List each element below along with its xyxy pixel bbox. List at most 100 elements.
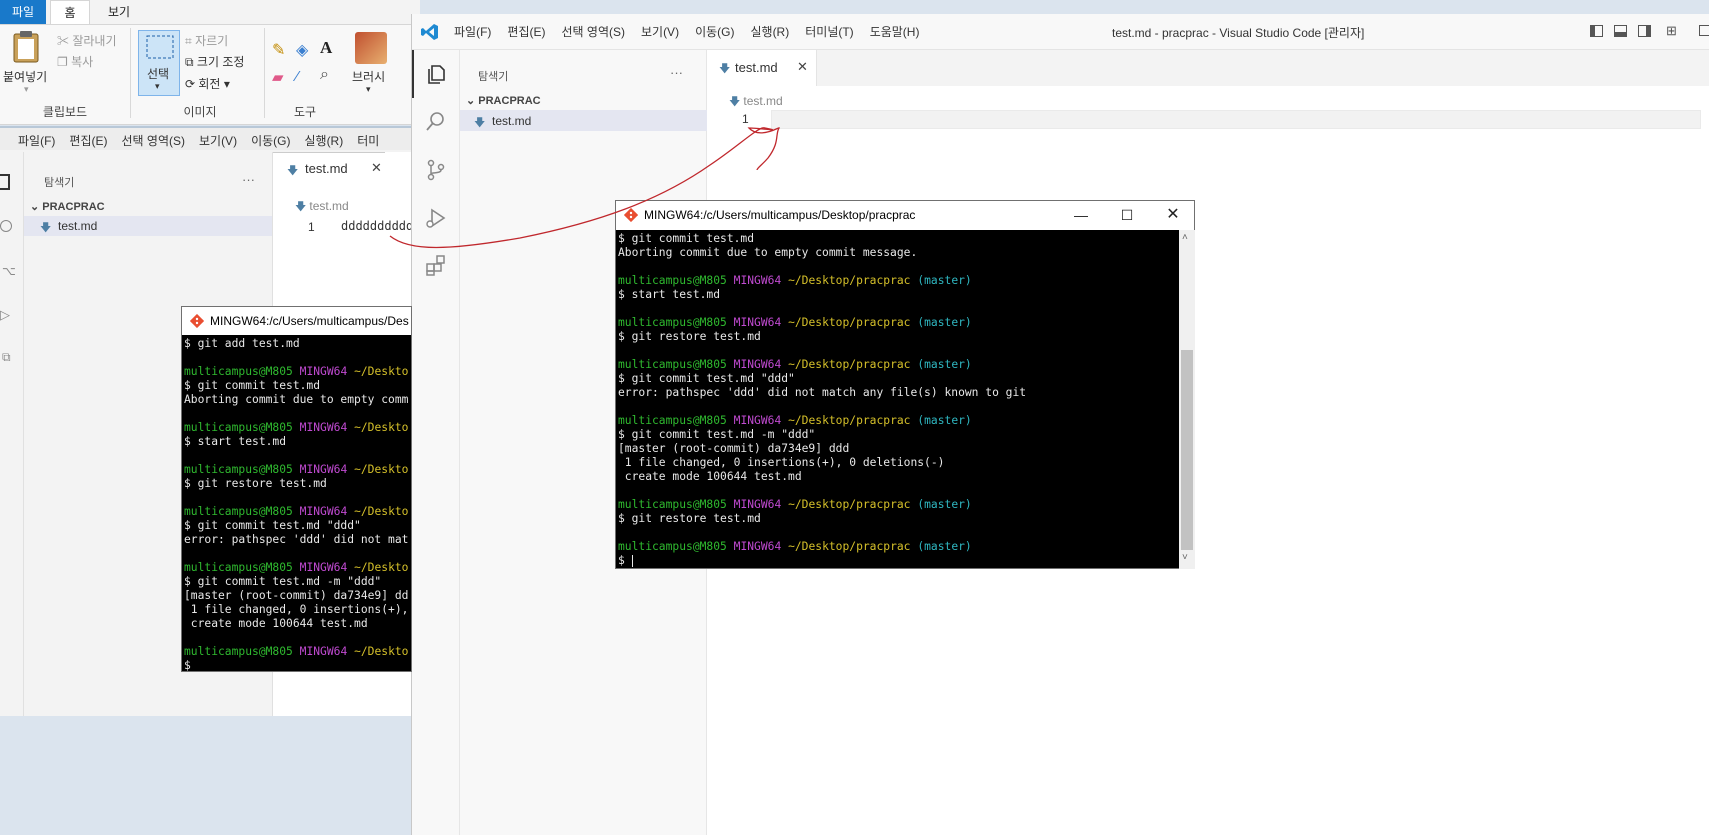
select-dropdown-icon: ▾	[155, 81, 160, 91]
back-search-icon[interactable]	[0, 220, 12, 232]
scrollbar-thumb[interactable]	[1181, 350, 1193, 550]
brush-icon[interactable]	[355, 32, 387, 64]
toggle-sidebar-icon[interactable]	[1590, 25, 1603, 37]
terminal-cursor	[631, 555, 633, 567]
back-breadcrumb[interactable]: 🡇 test.md	[295, 198, 349, 217]
customize-layout-icon[interactable]: ⊞	[1666, 23, 1677, 39]
source-control-icon[interactable]	[412, 146, 460, 194]
brush-dropdown-icon[interactable]: ▾	[366, 84, 371, 95]
back-folder-row[interactable]: ⌄ PRACPRAC	[30, 200, 105, 213]
back-menu-terminal[interactable]: 터미	[350, 128, 386, 153]
terminal-scrollbar[interactable]: ˄ ˅	[1179, 230, 1195, 569]
chevron-down-icon: ⌄	[466, 95, 479, 107]
back-menu-edit[interactable]: 편집(E)	[62, 128, 114, 153]
back-tab-label: test.md	[305, 161, 348, 176]
folder-row[interactable]: ⌄ PRACPRAC	[466, 94, 541, 107]
pencil-icon[interactable]: ✎	[272, 40, 285, 60]
front-menu-run[interactable]: 실행(R)	[742, 14, 797, 49]
crumb-markdown-icon: 🡇	[729, 96, 744, 108]
paint-tab-file[interactable]: 파일	[0, 0, 46, 24]
search-icon[interactable]	[412, 98, 460, 146]
back-run-icon[interactable]: ▷	[0, 307, 10, 323]
rotate-button[interactable]: ⟳ 회전 ▾	[185, 75, 230, 92]
back-more-actions-icon[interactable]: ···	[242, 172, 255, 187]
magnifier-icon[interactable]: ⌕	[320, 66, 329, 84]
paint-tab-home[interactable]: 홈	[50, 0, 90, 24]
more-actions-icon[interactable]: ···	[670, 65, 683, 80]
back-tab-close-icon[interactable]: ✕	[371, 160, 382, 176]
tab-label: test.md	[735, 60, 778, 75]
fill-icon[interactable]: ◈	[296, 40, 308, 60]
file-row[interactable]: 🡇 test.md	[460, 110, 707, 131]
select-button[interactable]: 선택 ▾	[138, 30, 180, 96]
crop-button[interactable]: ⌗ 자르기	[185, 32, 228, 49]
code-line[interactable]	[771, 110, 1701, 129]
copy-label: 복사	[71, 55, 94, 69]
markdown-file-icon: 🡇	[474, 117, 486, 129]
front-menu-selection[interactable]: 선택 영역(S)	[553, 14, 633, 49]
terminal-title: MINGW64:/c/Users/multicampus/Desktop/pra…	[644, 208, 916, 222]
back-menu-run[interactable]: 실행(R)	[297, 128, 350, 153]
explorer-title: 탐색기	[478, 71, 509, 83]
color-picker-icon[interactable]: ⁄	[296, 68, 299, 85]
paste-label[interactable]: 붙여넣기	[3, 68, 47, 85]
selection-icon	[146, 35, 174, 59]
scroll-up-icon[interactable]: ˄	[1182, 232, 1188, 243]
back-menu-file[interactable]: 파일(F)	[0, 128, 62, 153]
back-explorer-icon[interactable]	[0, 174, 10, 190]
line-number: 1	[742, 112, 749, 126]
front-menu-edit[interactable]: 편집(E)	[499, 14, 553, 49]
back-source-control-icon[interactable]: ⌥	[2, 264, 16, 278]
terminal-background-window: MINGW64:/c/Users/multicampus/Des $ git a…	[181, 306, 412, 672]
toggle-secondary-sidebar-icon[interactable]	[1638, 25, 1651, 37]
paint-ribbon: 파일 홈 보기 붙여넣기 ▾ ✂ 잘라내기 ❐ 복사 클립보드 선택 ▾ ⌗ 자…	[0, 0, 420, 125]
paint-tab-view[interactable]: 보기	[96, 0, 142, 24]
back-line-number: 1	[308, 220, 315, 234]
tools-group-label: 도구	[293, 105, 317, 119]
front-menu-go[interactable]: 이동(G)	[687, 14, 742, 49]
back-extensions-icon[interactable]: ⧉	[2, 350, 11, 365]
ribbon-divider	[130, 28, 131, 118]
back-terminal-output[interactable]: $ git add test.md multicampus@M805 MINGW…	[184, 337, 408, 671]
front-menu-help[interactable]: 도움말(H)	[862, 14, 928, 49]
clipboard-group-label: 클립보드	[42, 105, 88, 119]
crop-label: 자르기	[195, 34, 229, 48]
front-titlebar: 파일(F) 편집(E) 선택 영역(S) 보기(V) 이동(G) 실행(R) 터미널(T) 도…	[412, 14, 1709, 50]
eraser-icon[interactable]: ▰	[272, 68, 284, 86]
minimize-icon[interactable]: —	[1058, 201, 1104, 229]
tab-close-icon[interactable]: ✕	[797, 59, 808, 75]
text-icon[interactable]: A	[320, 38, 332, 58]
back-menu-go[interactable]: 이동(G)	[244, 128, 297, 153]
editor-tab[interactable]: 🡇 test.md ✕	[707, 50, 817, 86]
scroll-down-icon[interactable]: ˅	[1182, 552, 1188, 563]
back-menu-view[interactable]: 보기(V)	[192, 128, 244, 153]
back-file-row[interactable]: 🡇 test.md	[24, 216, 272, 236]
front-menu-terminal[interactable]: 터미널(T)	[797, 14, 861, 49]
terminal-output[interactable]: $ git commit test.md Aborting commit due…	[618, 232, 1026, 568]
brush-label[interactable]: 브러시	[352, 68, 385, 85]
ribbon-divider	[264, 28, 265, 118]
back-crumb-label: test.md	[309, 199, 349, 213]
back-terminal-title: MINGW64:/c/Users/multicampus/Des	[210, 314, 409, 328]
copy-button[interactable]: ❐ 복사	[57, 53, 93, 70]
resize-button[interactable]: ⧉ 크기 조정	[185, 53, 244, 70]
copy-icon: ❐	[57, 55, 72, 69]
back-menu-selection[interactable]: 선택 영역(S)	[114, 128, 192, 153]
close-icon[interactable]: ✕	[1150, 201, 1196, 229]
front-menu-file[interactable]: 파일(F)	[446, 14, 499, 49]
back-line-text[interactable]: dddddddddd	[341, 219, 413, 233]
extensions-icon[interactable]	[412, 242, 460, 290]
maximize-icon[interactable]: ☐	[1104, 201, 1150, 229]
toggle-panel-icon[interactable]	[1614, 25, 1627, 37]
paste-dropdown-icon[interactable]: ▾	[24, 84, 29, 95]
back-editor-tab[interactable]: 🡇 test.md ✕	[273, 152, 385, 184]
back-activity-bar: ⌥ ▷ ⧉	[0, 152, 24, 716]
minimize-partial-icon[interactable]	[1699, 25, 1709, 36]
vscode-logo-icon	[420, 22, 440, 42]
front-menu-view[interactable]: 보기(V)	[633, 14, 687, 49]
explorer-icon[interactable]	[412, 50, 460, 98]
git-icon	[190, 314, 204, 328]
cut-button[interactable]: ✂ 잘라내기	[57, 32, 117, 49]
run-debug-icon[interactable]	[412, 194, 460, 242]
paste-button[interactable]	[12, 30, 40, 69]
